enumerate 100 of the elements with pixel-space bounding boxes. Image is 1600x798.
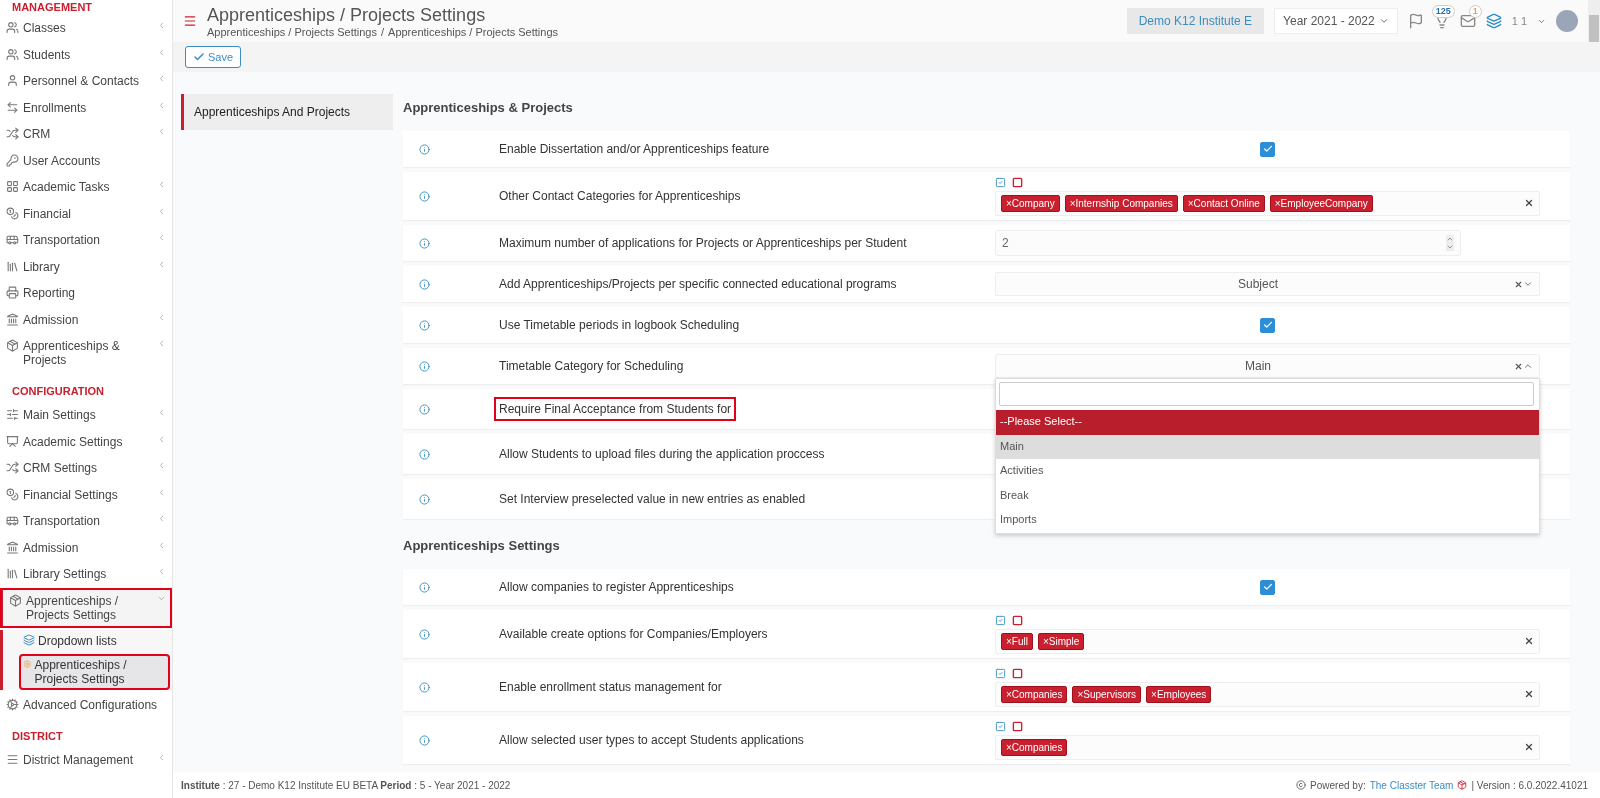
close-icon[interactable] — [1514, 279, 1523, 289]
info-icon[interactable] — [419, 628, 430, 640]
chevron-left-icon — [157, 127, 166, 136]
dropdown-option[interactable]: --Please Select-- — [996, 410, 1539, 435]
sidebar-item[interactable]: Transportation — [0, 227, 172, 254]
avatar[interactable] — [1556, 10, 1578, 32]
tag-field[interactable]: ×Companies ×Supervisors ×Employees — [995, 681, 1540, 707]
sidebar-item[interactable]: Personnel & Contacts — [0, 68, 172, 95]
sidebar-item[interactable]: Transportation — [0, 508, 172, 535]
select-all-icon[interactable] — [995, 720, 1006, 732]
close-icon[interactable] — [1524, 198, 1534, 208]
sidebar-item[interactable]: Main Settings — [0, 402, 172, 429]
submenu-item[interactable]: Apprenticeships / Projects Settings — [19, 653, 170, 690]
sidebar-item[interactable]: Financial — [0, 200, 172, 227]
info-icon[interactable] — [419, 278, 430, 290]
clear-all-icon[interactable] — [1012, 720, 1023, 732]
sidebar-item[interactable]: Academic Settings — [0, 428, 172, 455]
dropdown-option[interactable]: Main — [996, 434, 1539, 459]
close-icon[interactable] — [1514, 361, 1523, 371]
chevron-left-icon — [157, 74, 166, 83]
chevron-left-icon — [157, 434, 166, 444]
checkbox[interactable] — [1260, 579, 1275, 595]
select-field[interactable]: Subject — [995, 272, 1540, 296]
info-icon[interactable] — [419, 237, 430, 249]
list-icon — [6, 753, 19, 766]
close-icon[interactable] — [1524, 689, 1534, 699]
user-name[interactable]: 1 1 — [1511, 15, 1527, 27]
setting-label: Use Timetable periods in logbook Scheduling — [498, 317, 741, 334]
tag-field[interactable]: ×Companies — [995, 734, 1540, 760]
sidebar-item[interactable]: Financial Settings — [0, 481, 172, 508]
save-button[interactable]: Save — [185, 46, 242, 68]
sidebar-item[interactable]: Admission — [0, 534, 172, 561]
dropdown-option[interactable]: Activities — [996, 459, 1539, 484]
sidebar-item[interactable]: Reporting — [0, 280, 172, 307]
select-field[interactable]: Main — [995, 354, 1540, 378]
sidebar-item[interactable]: Apprenticeships / Projects Settings — [0, 587, 172, 628]
info-icon[interactable] — [419, 190, 430, 202]
chevron-left-icon — [157, 312, 166, 322]
settings-tab[interactable]: Apprenticeships And Projects — [181, 94, 393, 130]
sidebar-item[interactable]: CRM — [0, 121, 172, 148]
info-icon[interactable] — [419, 448, 430, 460]
info-icon[interactable] — [419, 734, 430, 746]
breadcrumb-separator: / — [381, 26, 385, 38]
setting-label: Maximum number of applications for Projects or Apprenticeships per Student — [498, 235, 908, 252]
books-icon — [6, 259, 19, 273]
info-icon[interactable] — [419, 493, 430, 505]
mail-icon[interactable] — [1459, 13, 1476, 29]
clear-all-icon[interactable] — [1012, 176, 1023, 188]
message-count: 1 — [1468, 5, 1482, 18]
sidebar-item[interactable]: Library — [0, 253, 172, 280]
close-icon[interactable] — [1524, 636, 1534, 646]
setting-label: Timetable Category for Scheduling — [498, 358, 685, 375]
sidebar-item[interactable]: User Accounts — [0, 147, 172, 174]
arrows-icon — [6, 100, 19, 114]
dropdown-option[interactable]: Imports — [996, 508, 1539, 533]
menu-icon[interactable] — [183, 14, 197, 28]
select-all-icon[interactable] — [995, 176, 1006, 188]
sidebar-item[interactable]: Enrollments — [0, 94, 172, 121]
sidebar-item[interactable]: Admission — [0, 306, 172, 333]
coins-icon — [6, 487, 19, 501]
info-icon[interactable] — [419, 143, 430, 155]
sidebar-item[interactable]: Students — [0, 41, 172, 68]
breadcrumb-link[interactable]: Apprenticeships / Projects Settings — [207, 26, 377, 38]
grid-icon — [6, 180, 19, 193]
submenu-item[interactable]: Dropdown lists — [19, 629, 170, 652]
info-icon[interactable] — [419, 360, 430, 372]
sidebar-item[interactable]: Academic Tasks — [0, 174, 172, 201]
dropdown-option[interactable]: Break — [996, 483, 1539, 508]
info-icon[interactable] — [419, 319, 430, 331]
clear-all-icon[interactable] — [1012, 667, 1023, 679]
sidebar-item[interactable]: Apprenticeships & Projects — [0, 333, 172, 373]
info-icon[interactable] — [419, 681, 430, 693]
number-field[interactable]: 2 — [995, 230, 1461, 256]
sidebar-item[interactable]: Classes — [0, 15, 172, 42]
tag-field[interactable]: ×Full ×Simple — [995, 628, 1540, 654]
breadcrumb-link[interactable]: Apprenticeships / Projects Settings — [388, 26, 559, 38]
setting-label: Available create options for Companies/Employers — [498, 626, 769, 643]
layers-plus-icon[interactable] — [1485, 13, 1502, 29]
spinner-icon[interactable] — [1446, 235, 1454, 251]
building-icon — [6, 312, 19, 326]
checkbox[interactable] — [1260, 317, 1275, 333]
sidebar-item[interactable]: District Management — [0, 747, 172, 774]
select-all-icon[interactable] — [995, 667, 1006, 679]
checkbox[interactable] — [1260, 141, 1275, 157]
tag-field[interactable]: ×Company ×Internship Companies ×Contact Online ×EmployeeCompany — [995, 190, 1540, 216]
sidebar-item[interactable]: CRM Settings — [0, 455, 172, 482]
setting-label: Require Final Acceptance from Students for — [494, 397, 737, 421]
info-icon[interactable] — [419, 403, 430, 415]
check-icon — [1262, 320, 1273, 330]
clear-all-icon[interactable] — [1012, 614, 1023, 626]
year-select[interactable]: Year 2021 - 2022 — [1274, 8, 1398, 34]
team-link[interactable]: The Classter Team — [1369, 779, 1454, 791]
sidebar-item[interactable]: Library Settings — [0, 561, 172, 588]
flag-icon[interactable] — [1407, 13, 1424, 29]
close-icon[interactable] — [1524, 742, 1534, 752]
select-all-icon[interactable] — [995, 614, 1006, 626]
search-field[interactable] — [999, 382, 1534, 406]
sidebar-item[interactable]: Advanced Configurations — [0, 691, 172, 718]
info-icon[interactable] — [419, 581, 430, 593]
chevron-left-icon — [157, 567, 166, 576]
